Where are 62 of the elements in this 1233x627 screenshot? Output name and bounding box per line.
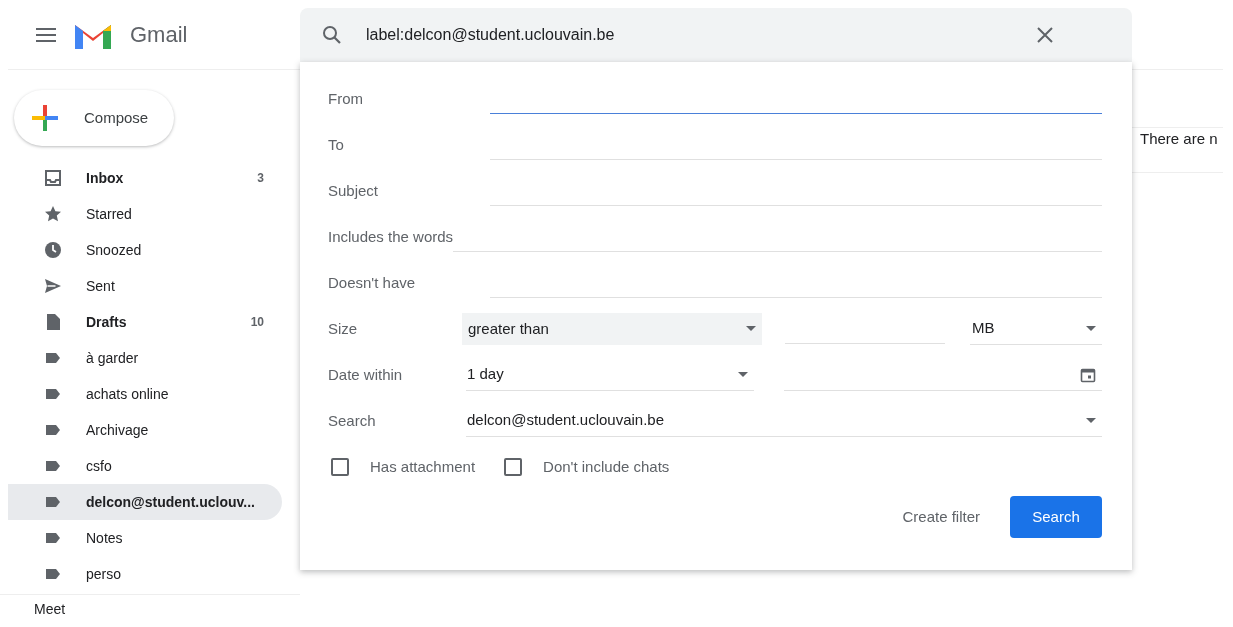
plus-icon bbox=[30, 103, 60, 133]
dropdown[interactable]: greater than bbox=[462, 313, 762, 345]
item-label: csfo bbox=[86, 456, 112, 476]
compose-button[interactable]: Compose bbox=[14, 90, 175, 146]
item-label: Snoozed bbox=[86, 240, 142, 260]
item-label: perso bbox=[86, 564, 122, 584]
item-label: Inbox bbox=[86, 168, 124, 188]
sidebar-item[interactable]: Snoozed bbox=[8, 232, 282, 268]
field-label: Doesn't have bbox=[328, 272, 417, 293]
dropdown[interactable]: delcon@student.uclouvain.be bbox=[466, 405, 1102, 437]
sidebar-item[interactable]: csfo bbox=[8, 448, 282, 484]
star-icon bbox=[44, 205, 62, 223]
caret-icon bbox=[746, 326, 756, 332]
sidebar-item[interactable]: Starred bbox=[8, 196, 282, 232]
sidebar-item[interactable]: à garder bbox=[8, 340, 282, 376]
field-label: To bbox=[328, 134, 345, 155]
caret-icon bbox=[738, 371, 748, 378]
unread-count: 10 bbox=[250, 314, 264, 331]
sidebar-item[interactable]: Drafts 10 bbox=[8, 304, 282, 340]
sidebar-item[interactable]: Sent bbox=[8, 268, 282, 304]
field-label: Date within bbox=[328, 364, 404, 385]
menu-icon[interactable] bbox=[36, 27, 56, 42]
item-label: Notes bbox=[86, 528, 123, 548]
search-button[interactable]: Search bbox=[1010, 496, 1102, 538]
item-label: Sent bbox=[86, 276, 115, 296]
checkbox-label: Don't include chats bbox=[543, 456, 670, 477]
sidebar-item[interactable]: Archivage bbox=[8, 412, 282, 448]
inbox-icon bbox=[44, 169, 62, 187]
unread-count: 3 bbox=[257, 170, 264, 187]
file-icon bbox=[44, 313, 62, 331]
field-label: From bbox=[328, 88, 364, 109]
dropdown[interactable]: 1 day bbox=[466, 359, 754, 391]
field-label: Size bbox=[328, 318, 359, 339]
item-label: Archivage bbox=[86, 420, 149, 440]
close-icon[interactable] bbox=[1037, 27, 1053, 43]
sidebar-item[interactable]: perso bbox=[8, 556, 282, 592]
item-label: Starred bbox=[86, 204, 132, 224]
item-label: à garder bbox=[86, 348, 139, 368]
sidebar-item[interactable]: achats online bbox=[8, 376, 282, 412]
search-icon bbox=[322, 25, 342, 45]
clock-icon bbox=[44, 241, 62, 259]
caret-icon bbox=[1086, 325, 1096, 332]
item-label: Drafts bbox=[86, 312, 127, 332]
field-label: Subject bbox=[328, 180, 380, 201]
dropdown[interactable]: MB bbox=[970, 313, 1102, 345]
calendar-icon bbox=[1080, 366, 1096, 383]
field-label: Search bbox=[328, 410, 377, 431]
meet-heading: Meet bbox=[0, 594, 300, 620]
create-filter-button[interactable]: Create filter bbox=[888, 497, 994, 537]
sidebar-item[interactable]: Inbox 3 bbox=[8, 160, 282, 196]
app-name: Gmail bbox=[130, 21, 188, 49]
checkbox-label: Has attachment bbox=[370, 456, 476, 477]
send-icon bbox=[44, 277, 62, 295]
field-label: Includes the words bbox=[328, 226, 454, 247]
sidebar-item[interactable]: delcon@student.uclouv... bbox=[8, 484, 282, 520]
sidebar-item[interactable]: Notes bbox=[8, 520, 282, 556]
item-label: delcon@student.uclouv... bbox=[86, 492, 255, 512]
checkbox[interactable] bbox=[504, 458, 523, 476]
item-label: achats online bbox=[86, 384, 169, 404]
caret-icon bbox=[1086, 417, 1096, 424]
checkbox[interactable] bbox=[331, 458, 349, 476]
search-field[interactable]: label:delcon@student.uclouvain.be bbox=[300, 8, 1132, 62]
